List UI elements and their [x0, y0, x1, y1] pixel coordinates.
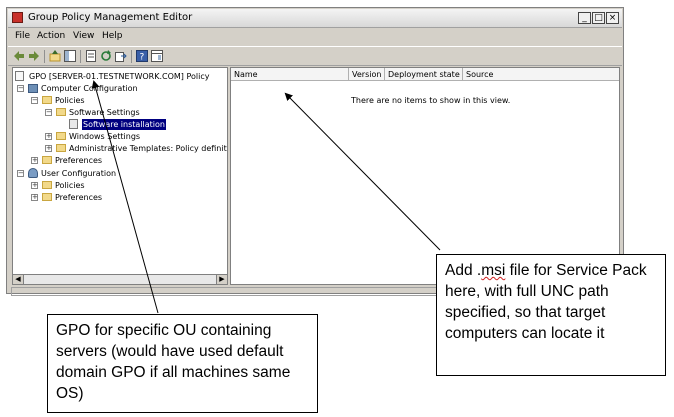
- callout-text: Add .: [445, 262, 482, 279]
- callout-misspelled-word: msi: [481, 262, 506, 279]
- callout-text: GPO for specific OU containing servers (…: [56, 322, 291, 402]
- callout-gpo-ou: GPO for specific OU containing servers (…: [47, 314, 318, 413]
- arrow-to-software-installation: [284, 92, 441, 251]
- arrow-to-gpo-root: [91, 80, 159, 314]
- callout-service-pack: Add .msi file for Service Pack here, wit…: [436, 254, 666, 376]
